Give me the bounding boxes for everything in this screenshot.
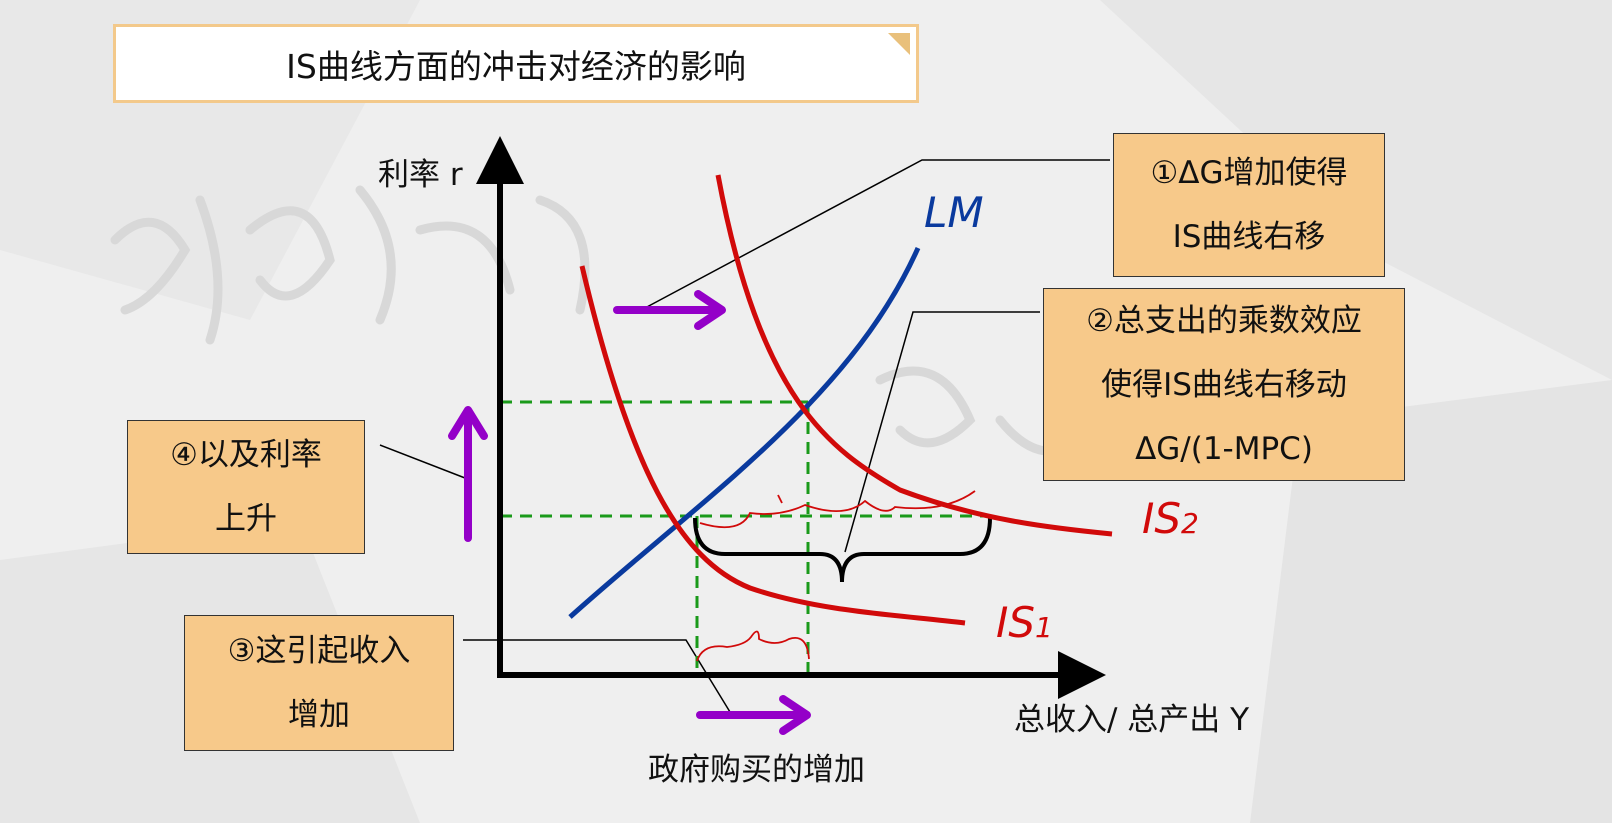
is1-label: IS: [996, 598, 1035, 647]
note-rate-rise: ④以及利率 上升: [127, 420, 365, 554]
is1-label-group: IS1: [996, 598, 1053, 647]
is2-subscript: 2: [1181, 507, 1199, 540]
leader-line-note4: [379, 444, 466, 479]
red-brace-top: [699, 490, 976, 529]
bottom-caption: 政府购买的增加: [648, 752, 865, 788]
note-is-shift: ①ΔG增加使得 IS曲线右移: [1113, 133, 1385, 277]
rate-rise-arrow: [448, 406, 488, 542]
is2-label: IS: [1142, 494, 1181, 543]
note1-line2: IS曲线右移: [1172, 219, 1326, 255]
is-shift-arrow: [613, 290, 726, 330]
is1-subscript: 1: [1035, 611, 1053, 644]
equilibrium-guides: [500, 400, 992, 675]
red-brace-bottom: [696, 630, 810, 662]
note1-line1: ①ΔG增加使得: [1150, 155, 1348, 191]
note2-line2: 使得IS曲线右移动: [1101, 366, 1347, 403]
is2-label-group: IS2: [1142, 494, 1199, 543]
shift-arrows: [448, 290, 811, 735]
red-tick: [777, 494, 783, 504]
note3-line2: 增加: [288, 697, 350, 733]
multiplier-brace: [693, 517, 992, 583]
note4-line1: ④以及利率: [170, 437, 322, 473]
note-multiplier: ②总支出的乘数效应 使得IS曲线右移动 ΔG/(1-MPC): [1043, 288, 1405, 481]
leader-line-note1: [644, 159, 1110, 309]
lm-label: LM: [924, 188, 984, 237]
handwritten-braces: [696, 490, 976, 662]
note-income-rise: ③这引起收入 增加: [184, 615, 454, 751]
note2-line1: ②总支出的乘数效应: [1086, 302, 1362, 339]
note4-line2: 上升: [215, 501, 277, 537]
income-rise-arrow: [696, 695, 811, 735]
is1-curve: [579, 265, 966, 626]
note2-line3: ΔG/(1-MPC): [1135, 430, 1313, 467]
y-axis-label: 利率 r: [378, 157, 463, 193]
x-axis-label: 总收入/ 总产出 Y: [1014, 702, 1249, 738]
lm-curve: [568, 246, 921, 619]
note3-line1: ③这引起收入: [227, 633, 411, 669]
